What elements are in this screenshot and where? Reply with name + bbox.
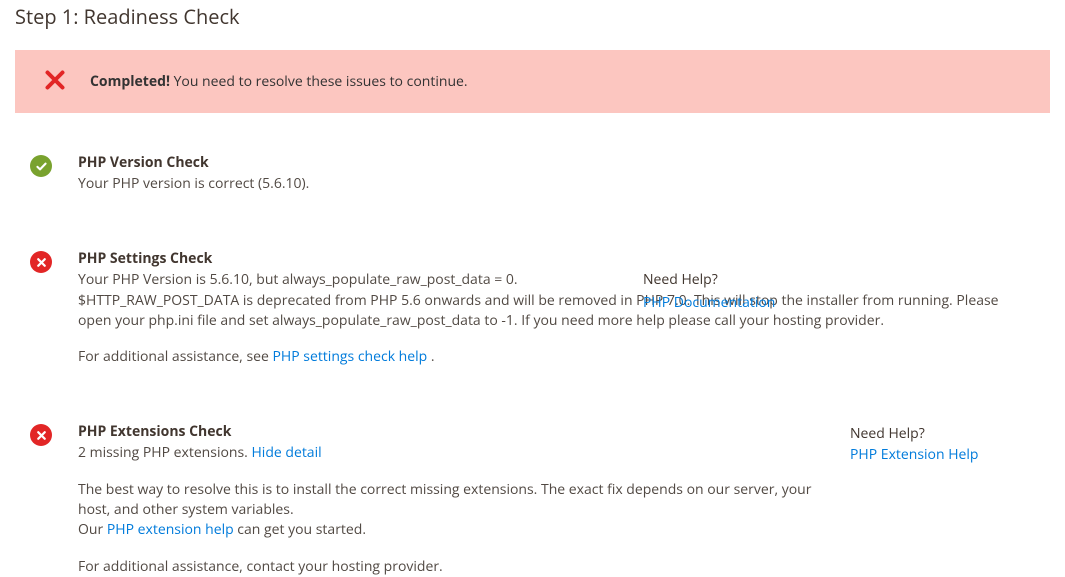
check-error-icon bbox=[30, 424, 52, 446]
check-body-text: Your PHP version is correct (5.6.10). bbox=[78, 174, 1030, 194]
php-extension-help-link[interactable]: PHP Extension Help bbox=[850, 445, 978, 464]
check-php-settings: PHP Settings Check Need Help? PHP Docume… bbox=[15, 249, 1050, 367]
help-label: Need Help? bbox=[850, 424, 1050, 443]
missing-ext-summary: 2 missing PHP extensions. bbox=[78, 443, 251, 462]
check-detail-text: The best way to resolve this is to insta… bbox=[78, 480, 830, 521]
check-title: PHP Extensions Check bbox=[78, 422, 830, 441]
alert-strong: Completed! bbox=[90, 72, 170, 91]
check-php-version: PHP Version Check Your PHP version is co… bbox=[15, 153, 1050, 194]
completion-alert: Completed! You need to resolve these iss… bbox=[15, 50, 1050, 113]
check-title: PHP Settings Check bbox=[78, 249, 1030, 268]
page-title: Step 1: Readiness Check bbox=[15, 3, 1050, 30]
alert-text: You need to resolve these issues to cont… bbox=[170, 72, 468, 91]
help-label: Need Help? bbox=[643, 270, 843, 290]
check-detail-text-2: Our PHP extension help can get you start… bbox=[78, 520, 830, 540]
php-settings-help-link[interactable]: PHP settings check help bbox=[272, 347, 427, 366]
php-documentation-link[interactable]: PHP Documentation bbox=[643, 293, 775, 312]
check-title: PHP Version Check bbox=[78, 153, 1030, 172]
error-icon bbox=[45, 67, 65, 97]
check-assistance-text: For additional assistance, see PHP setti… bbox=[78, 347, 1030, 367]
check-assistance-text: For additional assistance, contact your … bbox=[78, 557, 830, 577]
check-body-text: Your PHP Version is 5.6.10, but always_p… bbox=[78, 270, 1030, 331]
toggle-detail-link[interactable]: Hide detail bbox=[251, 443, 321, 462]
check-success-icon bbox=[30, 155, 52, 177]
check-php-extensions: PHP Extensions Check 2 missing PHP exten… bbox=[15, 422, 1050, 576]
check-error-icon bbox=[30, 251, 52, 273]
php-extension-help-link-inline[interactable]: PHP extension help bbox=[107, 520, 234, 539]
